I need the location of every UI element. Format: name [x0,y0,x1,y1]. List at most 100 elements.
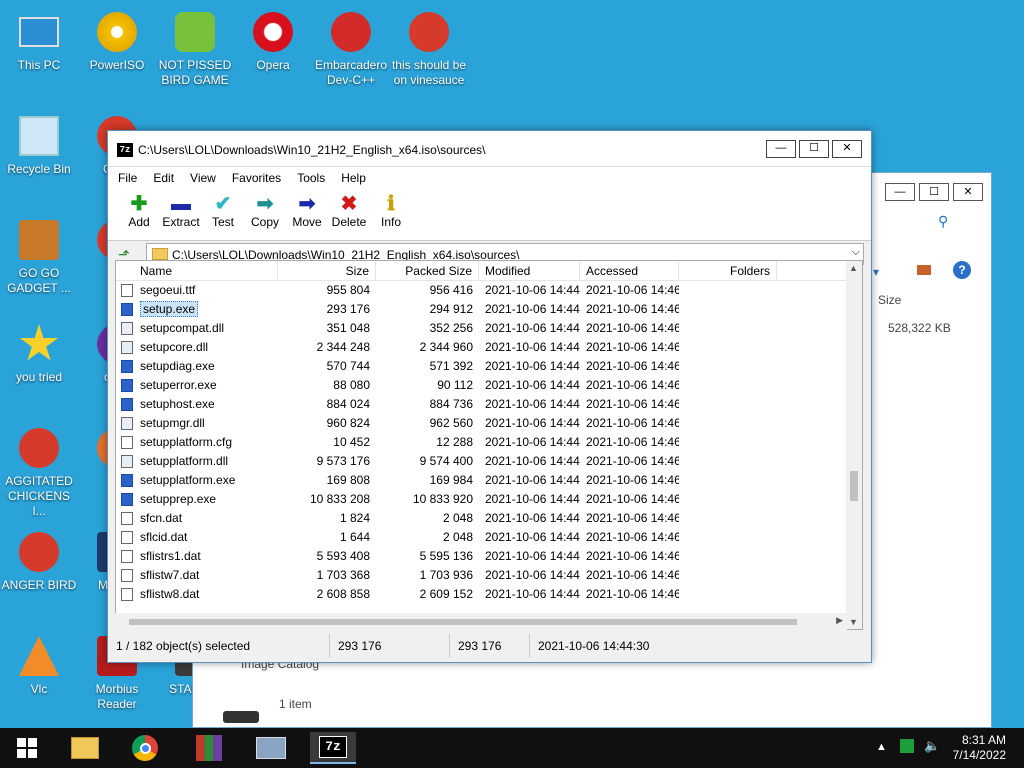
horizontal-scrollbar[interactable]: ▶ [115,613,847,630]
menu-tools[interactable]: Tools [297,171,325,185]
computer-icon [256,737,286,759]
delete-button[interactable]: ✖ Delete [328,189,370,240]
table-row[interactable]: sflistw7.dat 1 703 368 1 703 936 2021-10-06… [116,566,862,585]
menu-favorites[interactable]: Favorites [232,171,281,185]
taskbar-file-explorer[interactable] [62,732,108,764]
column-header-packed-size[interactable]: Packed Size [376,261,479,280]
scroll-up-icon[interactable]: ▲ [849,263,858,273]
info-button[interactable]: ℹ Info [370,189,412,240]
item-count: 1 item [279,697,312,711]
table-row[interactable]: setuphost.exe 884 024 884 736 2021-10-06 14… [116,395,862,414]
file-accessed-cell: 2021-10-06 14:46 [586,549,679,563]
search-icon[interactable]: ⚲ [938,213,948,230]
table-row[interactable]: setupplatform.dll 9 573 176 9 574 400 2021-… [116,452,862,471]
desktop-icon-dev-cpp[interactable]: Embarcadero Dev-C++ [312,10,390,88]
file-modified-cell: 2021-10-06 14:44 [485,587,580,601]
close-button[interactable]: ✕ [832,140,862,158]
test-button[interactable]: ✔ Test [202,189,244,240]
column-header-folders[interactable]: Folders [679,261,777,280]
move-button[interactable]: ➡ Move [286,189,328,240]
column-header-size[interactable]: Size [278,261,376,280]
pane-icon[interactable] [917,265,931,275]
minimize-button[interactable]: — [766,140,796,158]
file-ttf-icon [121,284,133,297]
add-button[interactable]: ✚ Add [118,189,160,240]
file-modified-cell: 2021-10-06 14:44 [485,530,580,544]
file-packed-cell: 9 574 400 [419,454,473,468]
close-button[interactable]: ✕ [953,183,983,201]
desktop-icon-vinesauce[interactable]: this should be on vinesauce [390,10,468,88]
vertical-scrollbar[interactable]: ▲ ▼ [846,261,862,629]
column-header-modified[interactable]: Modified [479,261,580,280]
taskbar-winrar[interactable] [186,732,232,764]
7zip-file-manager-window[interactable]: 7z C:\Users\LOL\Downloads\Win10_21H2_Eng… [107,130,872,663]
show-hidden-icons-icon[interactable]: ▲ [876,741,887,753]
vertical-scroll-thumb[interactable] [850,471,858,501]
desktop-icon-image [17,10,61,54]
menu-view[interactable]: View [190,171,216,185]
file-name: setuphost.exe [140,397,215,411]
desktop-icon-recycle-bin[interactable]: Recycle Bin [0,114,78,177]
view-options-icon[interactable]: ▾ [873,265,879,279]
clock[interactable]: 8:31 AM 7/14/2022 [953,733,1006,763]
desktop-icon-go-go-gadget[interactable]: GO GO GADGET ... [0,218,78,296]
go-go-gadget-icon [19,220,59,260]
taskbar-7zip[interactable]: 7z [310,732,356,764]
taskbar-chrome[interactable] [122,732,168,764]
table-row[interactable]: segoeui.ttf 955 804 956 416 2021-10-06 14:4… [116,281,862,300]
table-row[interactable]: setupcore.dll 2 344 248 2 344 960 2021-10-0… [116,338,862,357]
file-accessed-cell: 2021-10-06 14:46 [586,283,679,297]
table-row[interactable]: setupmgr.dll 960 824 962 560 2021-10-06 14:… [116,414,862,433]
table-row[interactable]: setupprep.exe 10 833 208 10 833 920 2021-10… [116,490,862,509]
maximize-button[interactable]: ☐ [919,183,949,201]
desktop-icon-image [17,426,61,470]
help-icon[interactable]: ? [953,261,971,279]
desktop-icon-vlc[interactable]: Vlc [0,634,78,697]
maximize-button[interactable]: ☐ [799,140,829,158]
file-name-cell: setuphost.exe [116,395,278,414]
file-file-icon [121,436,133,449]
table-row[interactable]: setuperror.exe 88 080 90 112 2021-10-06 14:… [116,376,862,395]
table-row[interactable]: sflistw8.dat 2 608 858 2 609 152 2021-10-06… [116,585,862,604]
desktop-icon-not-pissed-bird-game[interactable]: NOT PISSED BIRD GAME [156,10,234,88]
file-name-cell: setupplatform.exe [116,471,278,490]
taskbar-app[interactable] [248,732,294,764]
table-row[interactable]: setupdiag.exe 570 744 571 392 2021-10-06 14… [116,357,862,376]
menu-edit[interactable]: Edit [153,171,174,185]
table-row[interactable]: sflistrs1.dat 5 593 408 5 595 136 2021-10-0… [116,547,862,566]
start-button[interactable] [4,732,50,764]
column-header-accessed[interactable]: Accessed [580,261,679,280]
horizontal-scroll-thumb[interactable] [129,619,797,625]
column-header-name[interactable]: Name [116,261,278,280]
desktop-icon-aggitated-chickens[interactable]: AGGITATED CHICKENS I... [0,426,78,519]
scroll-down-icon[interactable]: ▼ [849,617,858,627]
chrome-icon [132,735,158,761]
table-row[interactable]: setup.exe 293 176 294 912 2021-10-06 14:44 2… [116,300,862,319]
desktop-icon-this-pc[interactable]: This PC [0,10,78,73]
copy-button[interactable]: ➡ Copy [244,189,286,240]
table-row[interactable]: setupcompat.dll 351 048 352 256 2021-10-06 … [116,319,862,338]
desktop-icon-poweriso[interactable]: PowerISO [78,10,156,73]
table-row[interactable]: sflcid.dat 1 644 2 048 2021-10-06 14:44 2021… [116,528,862,547]
chevron-down-icon[interactable]: ⌵ [852,246,860,259]
menu-help[interactable]: Help [341,171,366,185]
file-list[interactable]: Name Size Packed Size Modified Accessed Folde… [115,260,863,630]
desktop-icon-label: Opera [256,58,290,72]
size-column-header[interactable]: Size [878,293,901,307]
scroll-right-icon[interactable]: ▶ [836,615,843,626]
desktop-icon-anger-bird[interactable]: ANGER BIRD [0,530,78,593]
extract-button[interactable]: ▬ Extract [160,189,202,240]
network-icon[interactable] [900,739,914,753]
file-name-cell: setupcore.dll [116,338,278,357]
table-row[interactable]: sfcn.dat 1 824 2 048 2021-10-06 14:44 2021-1… [116,509,862,528]
volume-icon[interactable]: 🔈 [924,738,940,754]
window-titlebar[interactable]: 7z C:\Users\LOL\Downloads\Win10_21H2_Eng… [108,131,871,167]
file-packed-cell: 294 912 [429,302,473,316]
minimize-button[interactable]: — [885,183,915,201]
menu-file[interactable]: File [118,171,137,185]
desktop-icon-you-tried[interactable]: you tried [0,322,78,385]
file-name-cell: segoeui.ttf [116,281,278,300]
table-row[interactable]: setupplatform.cfg 10 452 12 288 2021-10-06 … [116,433,862,452]
desktop-icon-opera[interactable]: Opera [234,10,312,73]
table-row[interactable]: setupplatform.exe 169 808 169 984 2021-10-0… [116,471,862,490]
